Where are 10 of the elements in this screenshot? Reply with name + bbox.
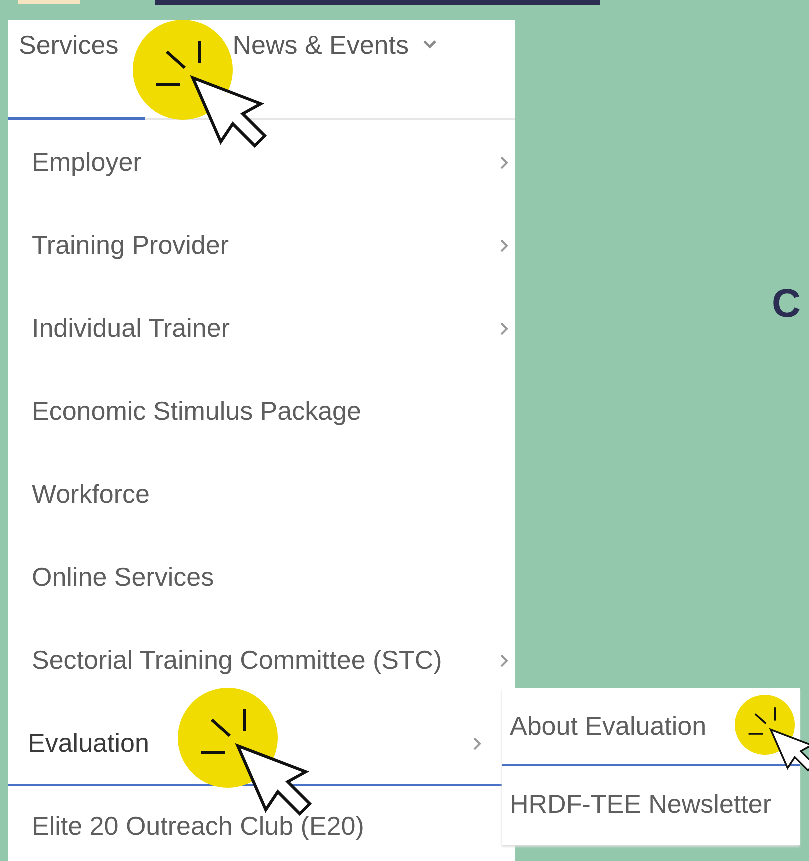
menu-item[interactable]: Employer <box>8 122 515 205</box>
menu-item[interactable]: Individual Trainer <box>8 288 515 371</box>
menu-item[interactable]: Economic Stimulus Package <box>8 371 515 454</box>
menu-item[interactable]: Online Services <box>8 537 515 620</box>
submenu-item[interactable]: HRDF-TEE Newsletter <box>502 766 800 844</box>
menu-item[interactable]: Training Provider <box>8 205 515 288</box>
nav-tab[interactable]: News & Events <box>232 20 437 120</box>
header-strip <box>18 0 80 4</box>
menu-item[interactable]: Workforce <box>8 454 515 537</box>
heading-letter: C <box>772 282 801 327</box>
